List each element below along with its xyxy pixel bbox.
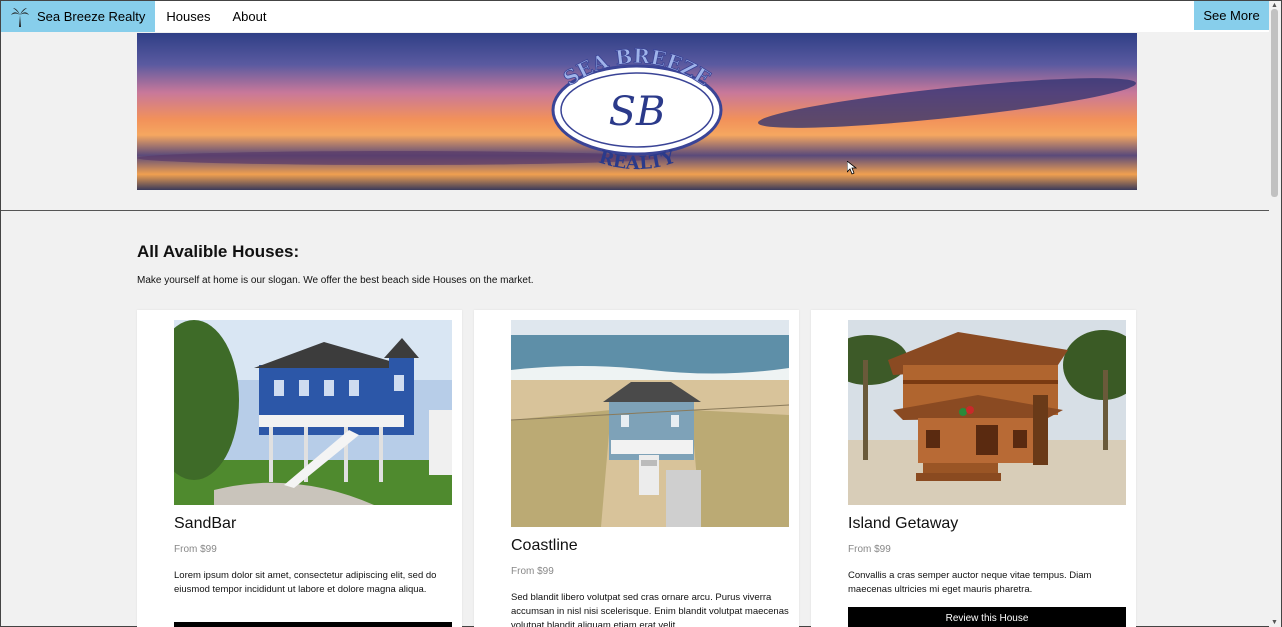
- card-description: Convallis a cras semper auctor neque vit…: [848, 570, 1092, 595]
- card-price: From $99: [174, 544, 217, 555]
- scrollbar-thumb[interactable]: [1271, 9, 1278, 197]
- house-card-coastline: Coastline From $99 Sed blandit libero vo…: [474, 310, 799, 627]
- top-navbar: Sea Breeze Realty Houses About: [1, 1, 1271, 32]
- nav-link-about[interactable]: About: [221, 1, 277, 32]
- hero-banner: SEA BREEZE SB REALTY: [137, 33, 1137, 190]
- review-house-button[interactable]: Review this House: [848, 607, 1126, 627]
- scroll-up-arrow-icon[interactable]: ▲: [1271, 2, 1278, 9]
- see-more-button[interactable]: See More: [1194, 1, 1269, 30]
- banner-cloud: [756, 68, 1137, 138]
- brand-name: Sea Breeze Realty: [37, 9, 146, 24]
- card-title: SandBar: [174, 515, 237, 532]
- scroll-down-arrow-icon[interactable]: ▼: [1271, 619, 1278, 626]
- house-card-sandbar: SandBar From $99 Lorem ipsum dolor sit a…: [137, 310, 462, 627]
- sea-breeze-logo: SEA BREEZE SB REALTY: [551, 43, 723, 174]
- section-divider: [1, 210, 1269, 211]
- house-card-island-getaway: Island Getaway From $99 Convallis a cras…: [811, 310, 1136, 627]
- card-price: From $99: [848, 544, 891, 555]
- section-title: All Avalible Houses:: [137, 242, 300, 261]
- card-price: From $99: [511, 566, 554, 577]
- house-photo-coastline[interactable]: [511, 320, 789, 527]
- card-description: Sed blandit libero volutpat sed cras orn…: [511, 592, 789, 627]
- house-photo-sandbar[interactable]: [174, 320, 452, 505]
- mouse-cursor-icon: [846, 160, 858, 178]
- house-photo-island-getaway[interactable]: [848, 320, 1126, 505]
- review-house-button[interactable]: [174, 622, 452, 627]
- nav-link-houses[interactable]: Houses: [155, 1, 221, 32]
- card-title: Island Getaway: [848, 515, 959, 532]
- palm-tree-icon: [11, 7, 29, 27]
- section-subtitle: Make yourself at home is our slogan. We …: [137, 275, 534, 286]
- brand-link[interactable]: Sea Breeze Realty: [1, 1, 156, 32]
- logo-monogram: SB: [609, 89, 666, 135]
- card-description: Lorem ipsum dolor sit amet, consectetur …: [174, 570, 437, 595]
- page-scrollbar[interactable]: ▲ ▼: [1269, 1, 1281, 627]
- card-title: Coastline: [511, 537, 578, 554]
